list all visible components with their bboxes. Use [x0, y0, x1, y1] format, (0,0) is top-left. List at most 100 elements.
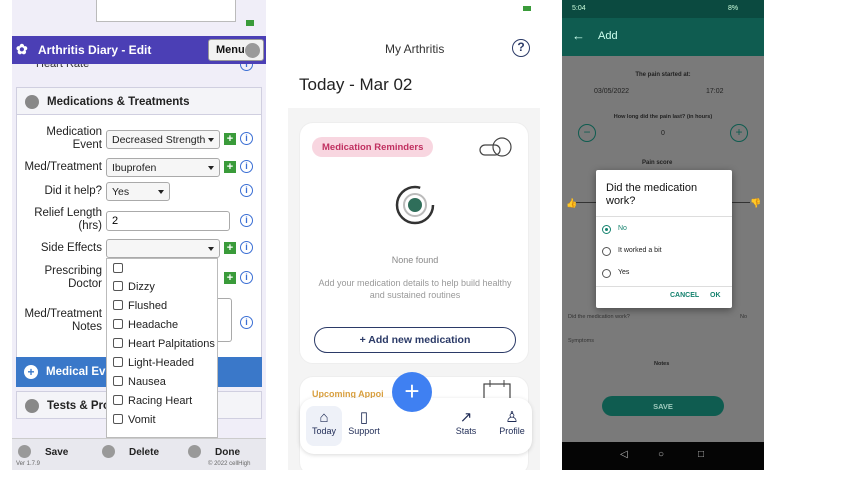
add-icon[interactable]: + [224, 133, 236, 145]
arthritis-diary-panel: Heart Rate i ✿ Arthritis Diary - Edit Me… [12, 0, 266, 470]
relief-length-input[interactable]: 2 [106, 211, 230, 231]
option-worked-a-bit[interactable]: It worked a bit [602, 244, 728, 260]
add-pain-panel: 5:04 8% ← Add The pain started at: 03/05… [562, 0, 764, 470]
done-button[interactable]: Done [188, 445, 240, 458]
add-icon[interactable]: + [224, 161, 236, 173]
info-icon[interactable]: i [240, 271, 253, 284]
divider [596, 286, 732, 287]
option-vomit[interactable]: Vomit [113, 414, 156, 426]
back-icon[interactable]: ◁ [620, 449, 628, 460]
app-bar: ← Add [562, 18, 764, 56]
nav-today[interactable]: ⌂ Today [306, 406, 342, 446]
pill-icon [479, 137, 512, 157]
add-icon[interactable]: + [224, 242, 236, 254]
add-fab-button[interactable]: + [392, 372, 432, 412]
cancel-button[interactable]: CANCEL [670, 292, 699, 299]
section-medications-treatments[interactable]: Medications & Treatments [16, 87, 262, 115]
top-field-remnant [96, 0, 236, 22]
side-effects-select[interactable] [106, 239, 220, 258]
save-button[interactable]: Save [18, 445, 68, 458]
app-title: My Arthritis [385, 42, 445, 56]
description-text: Add your medication details to help buil… [318, 278, 512, 300]
top-area: My Arthritis ? Today - Mar 02 [288, 0, 540, 108]
app-title: Arthritis Diary - Edit [38, 43, 152, 57]
option-light-headed[interactable]: Light-Headed [113, 357, 194, 369]
book-icon: ▯ [359, 409, 369, 426]
option-nausea[interactable]: Nausea [113, 376, 166, 388]
plus-circle-icon [25, 399, 39, 413]
how-long-label: How long did the pain last? (in hours) [613, 114, 713, 120]
option-yes[interactable]: Yes [602, 266, 728, 282]
option-heart-palpitations[interactable]: Heart Palpitations [113, 338, 215, 350]
status-time: 5:04 [572, 5, 586, 12]
plus-circle-icon: + [24, 365, 38, 379]
radio-icon [602, 247, 611, 256]
notes-label: Notes [654, 361, 670, 367]
med-treatment-select[interactable]: Ibuprofen [106, 158, 220, 177]
reminders-pill: Medication Reminders [312, 137, 434, 157]
time-value[interactable]: 17:02 [706, 88, 724, 95]
med-treatment-label: Med/Treatment [24, 161, 102, 173]
medication-work-label: Did the medication work? [568, 314, 630, 320]
chevron-down-icon [245, 43, 260, 58]
nav-stats[interactable]: ↗ Stats [448, 410, 484, 437]
option-headache[interactable]: Headache [113, 319, 178, 331]
app-logo-icon: ✿ [16, 41, 28, 57]
nav-support[interactable]: ▯ Support [346, 409, 382, 437]
medication-work-value[interactable]: No [740, 314, 747, 320]
relief-length-label: Relief Length (hrs) [34, 207, 102, 232]
option-dizzy[interactable]: Dizzy [113, 281, 155, 293]
did-it-help-label: Did it help? [44, 185, 102, 197]
medication-work-dialog: Did the medication work? No It worked a … [596, 170, 732, 308]
blank-option[interactable] [113, 263, 128, 275]
did-it-help-select[interactable]: Yes [106, 182, 170, 201]
date-value[interactable]: 03/05/2022 [594, 88, 629, 95]
home-icon: ⌂ [319, 409, 329, 426]
help-icon[interactable]: ? [512, 39, 530, 57]
medication-event-label: Medication Event [46, 126, 102, 151]
info-icon[interactable]: i [240, 184, 253, 197]
symptoms-label[interactable]: Symptoms [568, 338, 594, 344]
section-medical-label: Medical Eve [46, 366, 112, 378]
info-icon[interactable]: i [240, 214, 253, 227]
option-no[interactable]: No [602, 222, 728, 238]
my-arthritis-panel: My Arthritis ? Today - Mar 02 Medication… [288, 0, 540, 470]
info-icon[interactable]: i [240, 160, 253, 173]
info-icon[interactable]: i [240, 132, 253, 145]
radio-icon [602, 269, 611, 278]
section-medications-label: Medications & Treatments [47, 96, 190, 108]
info-icon[interactable]: i [240, 241, 253, 254]
delete-button[interactable]: Delete [102, 445, 159, 458]
radio-selected-icon [602, 225, 611, 234]
increment-button[interactable]: + [730, 124, 748, 142]
menu-button[interactable]: Menu [208, 39, 264, 61]
recents-icon[interactable]: □ [698, 449, 704, 460]
dialog-title: Did the medication work? [606, 182, 698, 207]
option-flushed[interactable]: Flushed [113, 300, 167, 312]
option-racing-heart[interactable]: Racing Heart [113, 395, 192, 407]
ok-button[interactable]: OK [710, 292, 721, 299]
prescribing-doctor-label: Prescribing Doctor [44, 265, 102, 290]
add-icon[interactable]: + [224, 272, 236, 284]
medication-reminders-card: Medication Reminders None found Add your… [299, 122, 529, 364]
user-icon: ♙ [505, 409, 519, 426]
copyright-text: © 2022 cellHigh [208, 461, 251, 467]
ban-icon [102, 445, 115, 458]
back-arrow-icon[interactable]: ← [572, 28, 585, 43]
app-bar-title: Add [598, 30, 618, 42]
app-header: ✿ Arthritis Diary - Edit Menu [12, 36, 266, 64]
info-icon[interactable]: i [240, 316, 253, 329]
status-battery: 8% [728, 5, 739, 12]
decrement-button[interactable]: − [578, 124, 596, 142]
nav-profile[interactable]: ♙ Profile [494, 409, 530, 437]
add-new-medication-button[interactable]: + Add new medication [314, 327, 516, 353]
side-effects-label: Side Effects [40, 242, 102, 254]
save-button[interactable]: SAVE [602, 396, 724, 416]
thumbs-up-icon: 👍 [566, 198, 578, 208]
menu-label: Menu [216, 44, 245, 56]
medication-event-select[interactable]: Decreased Strength [106, 130, 220, 149]
none-found-text: None found [391, 255, 439, 265]
thumbs-down-icon: 👎 [750, 198, 762, 208]
home-icon[interactable]: ○ [658, 449, 664, 460]
side-effects-dropdown: Dizzy Flushed Headache Heart Palpitation… [106, 258, 218, 438]
